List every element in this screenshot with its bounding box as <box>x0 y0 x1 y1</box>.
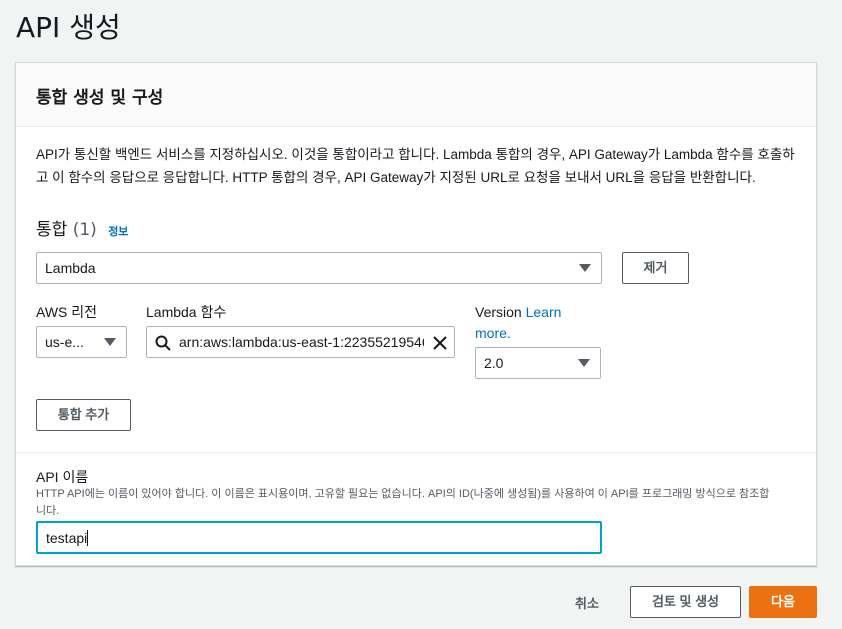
caret-down-icon <box>579 264 591 272</box>
integration-panel: 통합 생성 및 구성 API가 통신할 백엔드 서비스를 지정하십시오. 이것을… <box>15 62 817 566</box>
panel-title: 통합 생성 및 구성 <box>36 88 164 108</box>
aws-region-select[interactable]: us-e... <box>36 326 127 358</box>
version-value: 2.0 <box>484 355 504 371</box>
api-name-label: API 이름 <box>36 469 89 485</box>
api-name-description: HTTP API에는 이름이 있어야 합니다. 이 이름은 표시용이며, 고유할… <box>36 486 798 520</box>
cancel-button[interactable]: 취소 <box>575 593 599 612</box>
aws-region-value: us-e... <box>45 334 84 350</box>
remove-button[interactable]: 제거 <box>622 252 689 284</box>
text-cursor <box>87 530 89 546</box>
lambda-function-value: arn:aws:lambda:us-east-1:22355219546 <box>179 334 424 350</box>
integration-type-select[interactable]: Lambda <box>36 252 602 284</box>
search-icon <box>155 335 171 351</box>
lambda-function-input[interactable]: arn:aws:lambda:us-east-1:22355219546 <box>146 326 455 358</box>
version-label-block: Version Learn more. <box>475 302 561 344</box>
description-line-2: 고 이 함수의 응답으로 응답합니다. HTTP 통합의 경우, API Gat… <box>36 170 756 185</box>
learn-more-link-cont[interactable]: more. <box>475 325 511 341</box>
version-label: Version <box>475 304 522 320</box>
panel-description: API가 통신할 백엔드 서비스를 지정하십시오. 이것을 통합이라고 합니다.… <box>36 143 796 189</box>
divider <box>16 452 816 453</box>
aws-region-label: AWS 리전 <box>36 304 98 320</box>
review-and-create-button[interactable]: 검토 및 생성 <box>630 586 741 618</box>
api-name-description-line-1: HTTP API에는 이름이 있어야 합니다. 이 이름은 표시용이며, 고유할… <box>36 488 770 500</box>
integrations-title: 통합 <box>36 220 68 240</box>
integrations-heading: 통합 (1) 정보 <box>36 215 128 240</box>
caret-down-icon <box>104 338 116 346</box>
caret-down-icon <box>578 359 590 367</box>
info-link[interactable]: 정보 <box>108 225 128 238</box>
api-name-value: testapi <box>46 530 88 546</box>
description-line-1: API가 통신할 백엔드 서비스를 지정하십시오. 이것을 통합이라고 합니다.… <box>36 147 795 162</box>
close-icon[interactable] <box>432 335 448 351</box>
page-title: API 생성 <box>16 11 121 44</box>
api-name-description-line-2: 니다. <box>36 505 60 517</box>
version-select[interactable]: 2.0 <box>475 347 601 379</box>
next-button[interactable]: 다음 <box>749 586 817 618</box>
integrations-count: (1) <box>72 220 97 240</box>
lambda-function-label: Lambda 함수 <box>146 304 227 320</box>
add-integration-button[interactable]: 통합 추가 <box>36 399 131 431</box>
panel-header: 통합 생성 및 구성 <box>16 63 816 127</box>
integration-type-value: Lambda <box>45 260 96 276</box>
api-name-input[interactable]: testapi <box>36 521 602 554</box>
learn-more-link[interactable]: Learn <box>526 304 562 320</box>
